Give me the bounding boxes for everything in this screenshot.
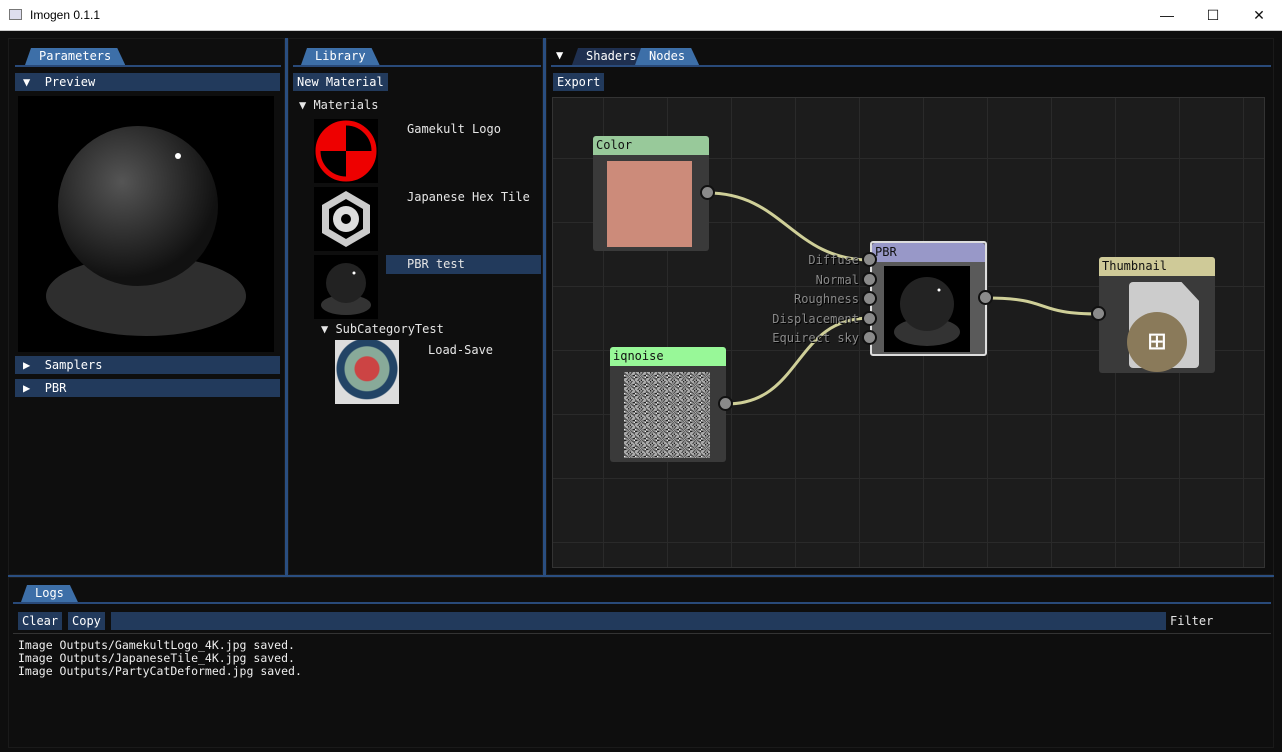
tab-parameters[interactable]: Parameters <box>25 48 125 65</box>
new-material-button[interactable]: New Material <box>293 73 388 91</box>
output-pin[interactable] <box>718 396 733 411</box>
category-label: Materials <box>313 98 379 112</box>
node-iqnoise[interactable]: iqnoise <box>610 347 726 462</box>
node-color[interactable]: Color <box>593 136 709 251</box>
log-line: Image Outputs/PartyCatDeformed.jpg saved… <box>18 664 302 678</box>
material-item[interactable]: Gamekult Logo <box>407 122 501 136</box>
node-title: PBR <box>872 243 985 262</box>
input-pin[interactable] <box>862 252 877 267</box>
output-pin[interactable] <box>978 290 993 305</box>
input-pin[interactable] <box>1091 306 1106 321</box>
pin-label: Roughness <box>793 292 859 306</box>
section-label: PBR <box>44 381 67 395</box>
input-pin[interactable] <box>862 291 877 306</box>
color-swatch[interactable] <box>607 161 692 247</box>
input-pin[interactable] <box>862 310 877 326</box>
log-line: Image Outputs/GamekultLogo_4K.jpg saved. <box>18 638 295 652</box>
tab-underline <box>293 65 541 67</box>
link-color-diffuse <box>707 191 871 262</box>
node-title: Color <box>593 136 709 155</box>
tab-underline <box>15 65 281 67</box>
section-samplers[interactable]: ▶ Samplers <box>15 356 280 374</box>
log-line: Image Outputs/JapaneseTile_4K.jpg saved. <box>18 651 295 665</box>
export-button[interactable]: Export <box>553 73 605 91</box>
material-item[interactable]: Load-Save <box>428 343 493 357</box>
pin-label: Diffuse <box>808 253 859 267</box>
tab-logs[interactable]: Logs <box>21 585 78 602</box>
input-pin[interactable] <box>862 271 877 287</box>
parameters-panel: Parameters ▼ Preview ▶ Samplers ▶ PBR <box>8 38 285 575</box>
image-placeholder-icon: ⊞ <box>1127 312 1187 372</box>
close-button[interactable]: ✕ <box>1236 0 1282 31</box>
clear-button[interactable]: Clear <box>18 612 63 630</box>
tab-library[interactable]: Library <box>301 48 380 65</box>
tab-underline <box>13 602 1271 604</box>
thumb-gamekult[interactable] <box>314 119 378 183</box>
node-canvas[interactable]: Color PBR Diffuse Normal Roughness Displace… <box>552 97 1265 568</box>
subcategory-label: SubCategoryTest <box>335 322 444 336</box>
maximize-button[interactable]: ☐ <box>1190 0 1236 31</box>
filter-input[interactable] <box>111 612 1166 630</box>
window-menu-icon[interactable]: ▼ <box>556 48 563 62</box>
pin-label: Displacement <box>772 311 859 326</box>
preview-image <box>18 96 274 352</box>
node-pbr[interactable]: PBR <box>870 241 987 356</box>
section-label: Samplers <box>44 358 103 372</box>
thumb-pbr-test[interactable] <box>314 255 378 319</box>
app-icon <box>9 9 22 20</box>
noise-preview <box>624 372 710 458</box>
node-thumbnail[interactable]: Thumbnail ⊞ <box>1099 257 1215 373</box>
filter-label: Filter <box>1170 614 1214 628</box>
subcategory[interactable]: ▼ SubCategoryTest <box>321 322 444 336</box>
window-title: Imogen 0.1.1 <box>30 8 101 22</box>
node-title: iqnoise <box>610 347 726 366</box>
pin-label: Normal <box>815 272 859 287</box>
node-title: Thumbnail <box>1099 257 1215 276</box>
material-item-selected[interactable]: PBR test <box>386 255 541 274</box>
category-materials[interactable]: ▼ Materials <box>299 98 378 112</box>
tab-underline <box>551 65 1271 67</box>
library-panel: Library New Material ▼ Materials Gamekul… <box>288 38 543 575</box>
section-preview[interactable]: ▼ Preview <box>15 73 280 91</box>
output-pin[interactable] <box>700 185 715 200</box>
material-item[interactable]: Japanese Hex Tile <box>407 190 530 204</box>
section-pbr[interactable]: ▶ PBR <box>15 379 280 397</box>
tab-nodes[interactable]: Nodes <box>635 48 699 65</box>
link-pbr-thumbnail <box>985 296 1100 316</box>
input-pin[interactable] <box>862 330 877 345</box>
minimize-button[interactable]: — <box>1144 0 1190 31</box>
pbr-preview <box>884 266 970 352</box>
section-label: Preview <box>44 75 96 89</box>
thumb-load-save[interactable] <box>335 340 399 404</box>
thumb-hex-tile[interactable] <box>314 187 378 251</box>
divider <box>13 633 1271 634</box>
copy-button[interactable]: Copy <box>68 612 105 630</box>
title-bar: Imogen 0.1.1 — ☐ ✕ <box>0 0 1282 31</box>
pin-label: Equirect sky <box>772 331 859 345</box>
